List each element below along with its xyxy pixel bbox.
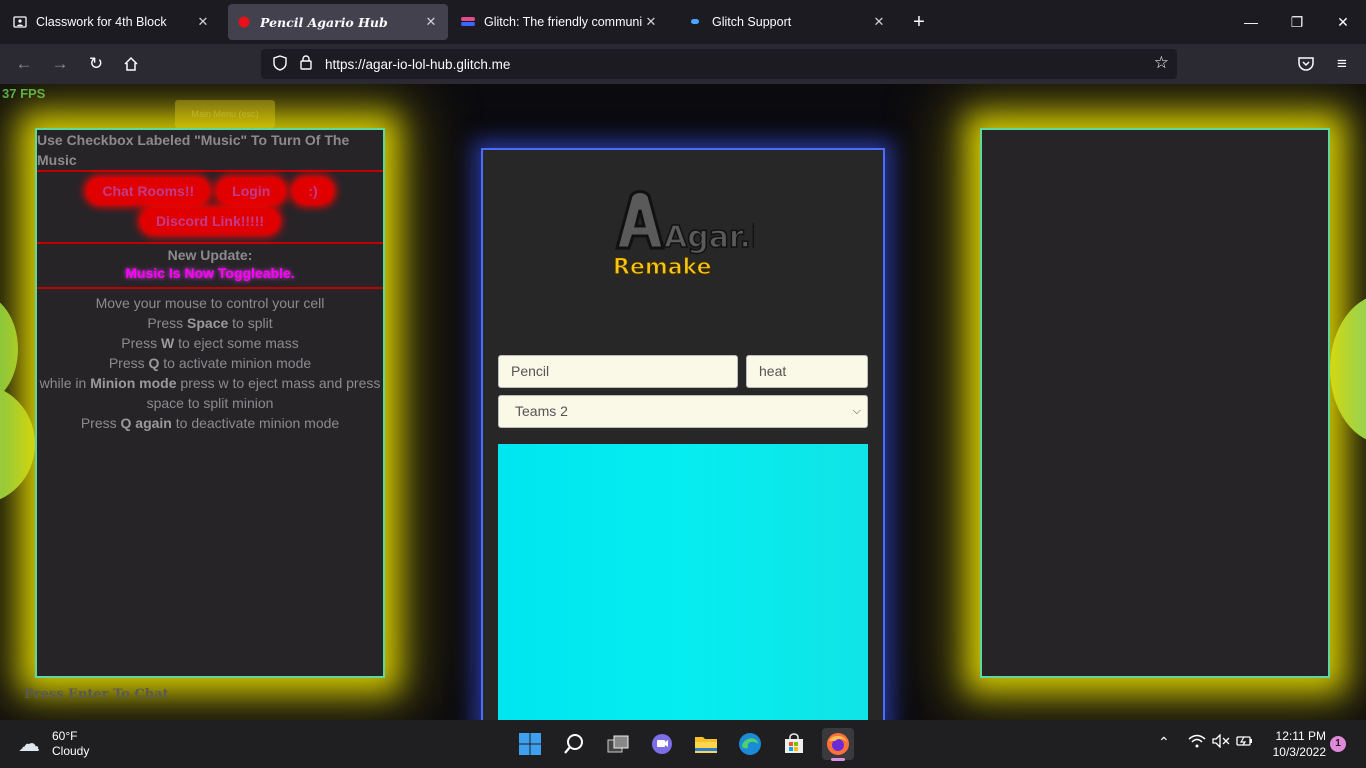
smiley-button[interactable]: :) bbox=[293, 178, 333, 204]
classroom-icon bbox=[12, 14, 28, 30]
lock-icon[interactable] bbox=[295, 55, 317, 73]
address-bar[interactable]: https://agar-io-lol-hub.glitch.me ☆ bbox=[261, 49, 1177, 79]
home-icon[interactable] bbox=[119, 52, 143, 76]
instruction-line: while in Minion mode press w to eject ma… bbox=[39, 375, 381, 411]
tab-glitch-community[interactable]: Glitch: The friendly community ✕ bbox=[452, 4, 668, 40]
pocket-icon[interactable] bbox=[1294, 52, 1318, 76]
system-clock[interactable]: 12:11 PM 10/3/2022 bbox=[1264, 728, 1326, 760]
battery-icon[interactable] bbox=[1236, 734, 1254, 751]
tab-pencil-agario-hub[interactable]: Pencil Agario Hub ✕ bbox=[228, 4, 448, 40]
game-mode-value: Teams 2 bbox=[515, 403, 568, 419]
chat-rooms-label: Chat Rooms!! bbox=[102, 183, 195, 199]
instruction-line: Press Q again to deactivate minion mode bbox=[80, 415, 340, 431]
instruction-line: Press Space to split bbox=[147, 315, 273, 331]
weather-condition: Cloudy bbox=[52, 744, 90, 758]
agario-remake-logo: Agar.io Remake bbox=[612, 190, 754, 281]
update-title: New Update: bbox=[167, 247, 253, 263]
task-view-icon[interactable] bbox=[602, 728, 634, 760]
discord-link-button[interactable]: Discord Link!!!!! bbox=[140, 208, 280, 234]
music-notice: Use Checkbox Labeled "Music" To Turn Of … bbox=[37, 132, 350, 168]
edge-browser-icon[interactable] bbox=[734, 728, 766, 760]
url-text: https://agar-io-lol-hub.glitch.me bbox=[325, 56, 511, 72]
chat-rooms-button[interactable]: Chat Rooms!! bbox=[87, 178, 210, 204]
fps-counter: 37 FPS bbox=[2, 86, 46, 101]
smiley-label: :) bbox=[308, 183, 318, 199]
tab-title: Glitch: The friendly community bbox=[484, 15, 642, 29]
divider bbox=[37, 170, 383, 172]
update-text: Music Is Now Toggleable. bbox=[125, 265, 295, 281]
background-cell bbox=[0, 294, 18, 404]
logo-text: Agar.io bbox=[664, 220, 754, 255]
chevron-up-icon[interactable]: ⌃ bbox=[1158, 734, 1170, 751]
tab-title: Classwork for 4th Block bbox=[36, 15, 167, 29]
close-window-button[interactable]: ✕ bbox=[1327, 8, 1359, 36]
background-cell bbox=[1330, 294, 1366, 444]
back-arrow-icon[interactable]: ← bbox=[12, 52, 36, 76]
file-explorer-icon[interactable] bbox=[690, 728, 722, 760]
red-dot-icon bbox=[236, 14, 252, 30]
menu-icon[interactable]: ≡ bbox=[1330, 52, 1354, 76]
chevron-down-icon: ⌵ bbox=[852, 405, 861, 417]
weather-widget[interactable]: ☁ 60°F Cloudy bbox=[18, 729, 89, 759]
wifi-icon[interactable] bbox=[1188, 734, 1206, 751]
instruction-line: Move your mouse to control your cell bbox=[95, 295, 325, 311]
tab-bar: Classwork for 4th Block ✕ Pencil Agario … bbox=[0, 0, 1366, 44]
restore-button[interactable]: ❐ bbox=[1281, 8, 1313, 36]
close-icon[interactable]: ✕ bbox=[870, 14, 888, 30]
instruction-line: Press W to eject some mass bbox=[121, 335, 299, 351]
game-canvas[interactable]: 37 FPS Main Menu (esc) Use Checkbox Labe… bbox=[0, 84, 1366, 720]
server-input[interactable]: heat bbox=[746, 355, 868, 388]
volume-muted-icon[interactable] bbox=[1212, 733, 1230, 751]
nickname-input[interactable]: Pencil bbox=[498, 355, 738, 388]
teams-chat-icon[interactable] bbox=[646, 728, 678, 760]
cloud-icon: ☁ bbox=[18, 731, 40, 756]
tab-classwork[interactable]: Classwork for 4th Block ✕ bbox=[4, 4, 220, 40]
chat-hint: Press Enter To Chat bbox=[24, 687, 169, 702]
glitch-support-icon bbox=[688, 14, 704, 30]
glitch-icon bbox=[460, 14, 476, 30]
divider bbox=[37, 242, 383, 244]
login-label: Login bbox=[232, 183, 271, 199]
microsoft-store-icon[interactable] bbox=[778, 728, 810, 760]
bookmark-star-icon[interactable]: ☆ bbox=[1154, 53, 1169, 73]
tab-title: Pencil Agario Hub bbox=[260, 14, 388, 30]
skin-preview[interactable] bbox=[498, 444, 868, 720]
close-icon[interactable]: ✕ bbox=[194, 14, 212, 30]
side-panel-right bbox=[980, 128, 1330, 678]
navigation-bar: ← → ↻ https://agar-io-lol-hub.glitch.me … bbox=[0, 44, 1366, 84]
instructions: Move your mouse to control your cell Pre… bbox=[37, 293, 383, 433]
shield-icon[interactable] bbox=[269, 54, 291, 74]
reload-icon[interactable]: ↻ bbox=[84, 52, 108, 76]
active-indicator bbox=[831, 758, 845, 761]
main-menu-panel: Agar.io Remake Pencil heat Teams 2 ⌵ bbox=[481, 148, 885, 720]
tab-title: Glitch Support bbox=[712, 15, 792, 29]
notification-badge[interactable]: 1 bbox=[1330, 736, 1346, 752]
forward-arrow-icon[interactable]: → bbox=[48, 52, 72, 76]
instruction-line: Press Q to activate minion mode bbox=[108, 355, 312, 371]
background-cell bbox=[0, 384, 35, 504]
info-panel: Use Checkbox Labeled "Music" To Turn Of … bbox=[35, 128, 385, 678]
clock-date: 10/3/2022 bbox=[1272, 745, 1326, 759]
login-button[interactable]: Login bbox=[217, 178, 286, 204]
close-icon[interactable]: ✕ bbox=[642, 14, 660, 30]
start-windows-icon[interactable] bbox=[514, 728, 546, 760]
clock-time: 12:11 PM bbox=[1275, 729, 1326, 743]
main-menu-button[interactable]: Main Menu (esc) bbox=[175, 100, 275, 128]
firefox-icon[interactable] bbox=[822, 728, 854, 761]
discord-label: Discord Link!!!!! bbox=[155, 213, 265, 229]
search-icon[interactable] bbox=[558, 728, 590, 760]
tab-glitch-support[interactable]: Glitch Support ✕ bbox=[680, 4, 896, 40]
logo-subtext: Remake bbox=[613, 255, 712, 280]
minimize-button[interactable]: — bbox=[1235, 8, 1267, 36]
temperature: 60°F bbox=[52, 729, 78, 743]
new-tab-button[interactable]: + bbox=[907, 10, 931, 34]
taskbar: ☁ 60°F Cloudy ⌃ 12:11 PM 10/3/2022 1 bbox=[0, 720, 1366, 768]
game-mode-select[interactable]: Teams 2 ⌵ bbox=[498, 395, 868, 428]
close-icon[interactable]: ✕ bbox=[422, 14, 440, 30]
divider bbox=[37, 287, 383, 289]
